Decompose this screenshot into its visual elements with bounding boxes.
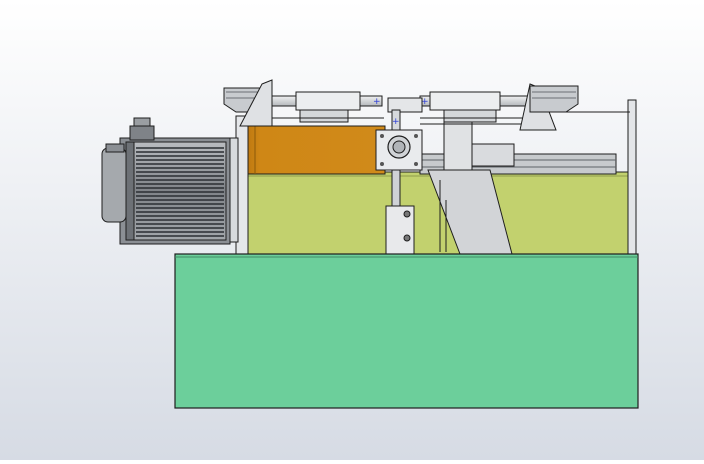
yellow-side-panel (235, 171, 629, 255)
svg-text:+: + (373, 97, 381, 107)
svg-text:+: + (392, 117, 400, 127)
cad-viewport: + + + (0, 0, 704, 460)
green-base-block (174, 253, 639, 409)
cad-drawing: + + + (0, 0, 704, 460)
